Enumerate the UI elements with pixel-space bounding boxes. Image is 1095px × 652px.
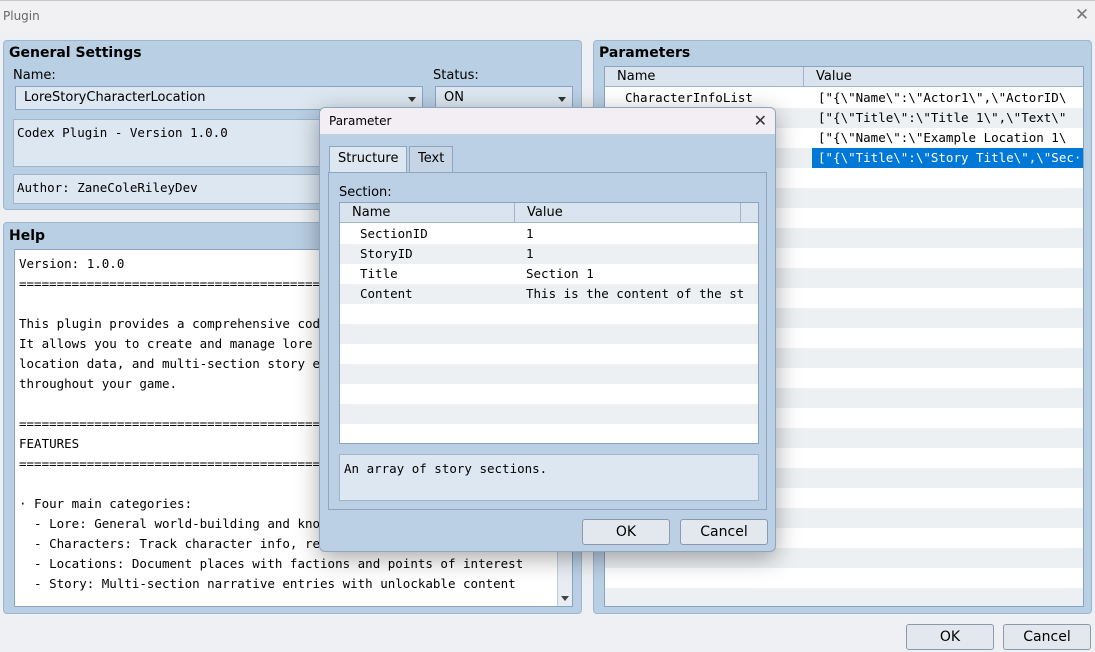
close-icon[interactable]: ✕: [1073, 6, 1091, 24]
section-table: Name Value SectionID 1 StoryID 1 Title Sectio…: [339, 202, 759, 444]
parameter-name-cell: CharacterInfoList: [625, 90, 753, 105]
dialog-ok-button[interactable]: OK: [582, 519, 670, 545]
parameter-value-cell: ["{\"Name\":\"Actor1\",\"ActorID\"···: [818, 90, 1068, 105]
field-value-cell: This is the content of the st···: [526, 286, 746, 301]
parameter-description: An array of story sections.: [339, 454, 759, 501]
column-name-header[interactable]: Name: [605, 67, 804, 87]
field-name-cell: Title: [360, 266, 398, 281]
field-name-cell: StoryID: [360, 246, 413, 261]
table-row[interactable]: [340, 424, 758, 443]
parameter-description-text: An array of story sections.: [344, 461, 548, 476]
window-title: Plugin: [3, 9, 40, 23]
parameter-value-cell: ["{\"Title\":\"Title 1\",\"Text\":···: [818, 110, 1068, 125]
scroll-down-icon[interactable]: [561, 596, 569, 601]
tab-text[interactable]: Text: [409, 146, 454, 172]
general-settings-title: General Settings: [9, 45, 142, 61]
table-row[interactable]: [340, 304, 758, 324]
table-row[interactable]: [605, 588, 1083, 606]
tab-structure[interactable]: Structure: [329, 146, 408, 172]
section-label: Section:: [339, 185, 392, 200]
parameters-title: Parameters: [599, 45, 691, 61]
table-row[interactable]: [605, 568, 1083, 588]
field-name-cell: SectionID: [360, 226, 428, 241]
plugin-author-text: Author: ZaneColeRileyDev: [17, 180, 198, 195]
close-icon[interactable]: ✕: [754, 111, 767, 130]
field-value-cell: 1: [526, 226, 534, 241]
help-title: Help: [9, 228, 46, 244]
parameters-table-header: Name Value: [605, 67, 1083, 87]
field-value-cell: 1: [526, 246, 534, 261]
table-row[interactable]: [340, 324, 758, 344]
table-row[interactable]: [340, 364, 758, 384]
parameter-dialog-title: Parameter: [329, 114, 392, 128]
column-value-header[interactable]: Value: [515, 203, 741, 223]
cancel-button[interactable]: Cancel: [1003, 624, 1091, 650]
help-line: - Story: Multi-section narrative entries…: [19, 576, 516, 591]
table-row[interactable]: [340, 344, 758, 364]
parameter-value-cell: ["{\"Title\":\"Story Title\",\"Sec···: [812, 148, 1083, 168]
column-value-header[interactable]: Value: [804, 67, 1083, 87]
field-name-cell: Content: [360, 286, 413, 301]
structure-pane: Section: Name Value SectionID 1 StoryID 1 Ti…: [328, 172, 767, 510]
status-select-value: ON: [444, 90, 464, 105]
table-row[interactable]: [340, 404, 758, 424]
section-table-header: Name Value: [340, 203, 758, 223]
table-row[interactable]: Content This is the content of the st···: [340, 284, 758, 304]
column-name-header[interactable]: Name: [340, 203, 515, 223]
parameter-dialog: Parameter ✕ Structure Text Section: Name…: [319, 107, 776, 552]
chevron-down-icon: [408, 97, 416, 102]
ok-button[interactable]: OK: [906, 624, 994, 650]
table-row[interactable]: [340, 384, 758, 404]
parameter-dialog-titlebar: Parameter ✕: [320, 108, 775, 134]
table-row[interactable]: SectionID 1: [340, 224, 758, 244]
dialog-cancel-button[interactable]: Cancel: [680, 519, 768, 545]
table-row[interactable]: CharacterInfoList ["{\"Name\":\"Actor1\",…: [605, 88, 1083, 108]
status-label: Status:: [433, 68, 479, 83]
name-label: Name:: [13, 68, 56, 83]
chevron-down-icon: [558, 97, 566, 102]
plugin-description-text: Codex Plugin - Version 1.0.0: [17, 125, 228, 140]
table-row[interactable]: StoryID 1: [340, 244, 758, 264]
field-value-cell: Section 1: [526, 266, 594, 281]
parameter-value-cell: ["{\"Name\":\"Example Location 1\"···: [818, 130, 1068, 145]
help-line: - Locations: Document places with factio…: [19, 556, 524, 571]
name-select-value: LoreStoryCharacterLocation: [24, 90, 206, 105]
table-row[interactable]: Title Section 1: [340, 264, 758, 284]
window-titlebar: Plugin ✕: [0, 0, 1095, 32]
